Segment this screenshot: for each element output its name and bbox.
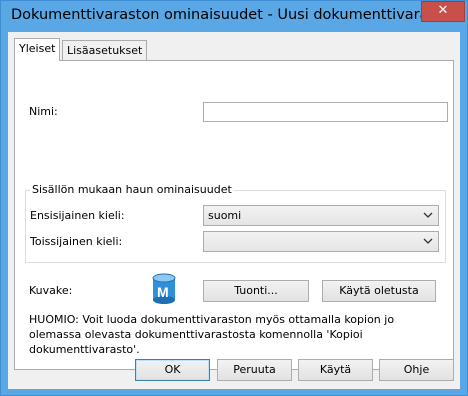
close-icon: ✕ [437, 3, 449, 18]
name-input[interactable] [203, 102, 448, 122]
icon-label: Kuvake: [29, 284, 73, 297]
svg-text:M: M [157, 284, 169, 300]
note-text: HUOMIO: Voit luoda dokumenttivaraston my… [29, 313, 395, 356]
ok-button[interactable]: OK [135, 359, 210, 381]
close-button[interactable]: ✕ [421, 1, 465, 22]
cancel-button[interactable]: Peruuta [217, 359, 292, 381]
database-icon: M [152, 273, 176, 304]
search-properties-group: Sisällön mukaan haun ominaisuudet Ensisi… [25, 183, 446, 263]
search-properties-group-title: Sisällön mukaan haun ominaisuudet [30, 183, 234, 196]
tab-advanced[interactable]: Lisäasetukset [62, 40, 148, 61]
tab-panel-general: Nimi: Sisällön mukaan haun ominaisuudet … [14, 60, 454, 370]
dialog-client-area: Yleiset Lisäasetukset Nimi: Sisällön muk… [8, 32, 460, 389]
tab-general-label: Yleiset [19, 42, 56, 55]
secondary-language-select[interactable] [203, 231, 439, 252]
primary-language-value: suomi [208, 209, 242, 222]
apply-button[interactable]: Käytä [298, 359, 373, 381]
chevron-down-icon [423, 212, 433, 218]
title-bar[interactable]: Dokumenttivaraston ominaisuudet - Uusi d… [1, 1, 467, 32]
tab-general[interactable]: Yleiset [14, 38, 61, 61]
secondary-language-label: Toissijainen kieli: [30, 235, 123, 248]
tab-advanced-label: Lisäasetukset [67, 44, 143, 57]
import-button[interactable]: Tuonti... [203, 280, 309, 302]
primary-language-select[interactable]: suomi [203, 205, 439, 226]
chevron-down-icon [423, 238, 433, 244]
window-title: Dokumenttivaraston ominaisuudet - Uusi d… [11, 7, 451, 23]
primary-language-label: Ensisijainen kieli: [30, 209, 125, 222]
dialog-window: Dokumenttivaraston ominaisuudet - Uusi d… [0, 0, 468, 396]
help-button[interactable]: Ohje [379, 359, 454, 381]
name-label: Nimi: [29, 105, 58, 118]
use-default-button[interactable]: Käytä oletusta [322, 280, 436, 302]
